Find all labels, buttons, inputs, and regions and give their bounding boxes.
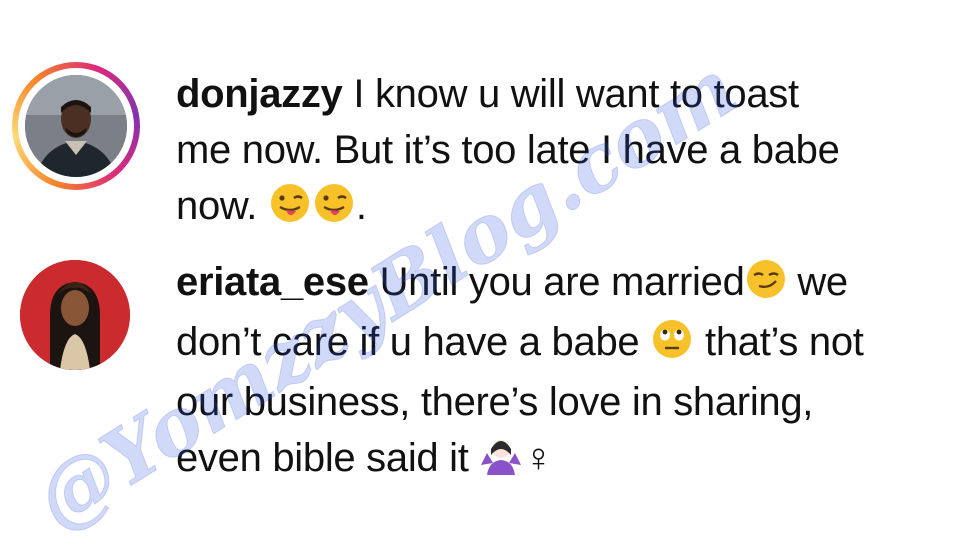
avatar-donjazzy[interactable] bbox=[25, 75, 127, 177]
comment-line: now. bbox=[176, 184, 258, 228]
trailing-punct: . bbox=[355, 184, 367, 228]
winking-face-with-tongue-icon bbox=[268, 182, 312, 238]
username[interactable]: eriata_ese bbox=[176, 260, 369, 304]
comment-eriata-ese: eriata_ese Until you are married we don’… bbox=[0, 258, 960, 480]
comment-text: eriata_ese Until you are married we don’… bbox=[176, 254, 936, 490]
face-with-rolling-eyes-icon bbox=[650, 318, 694, 374]
comment-line: Until you are married bbox=[379, 260, 745, 304]
comment-line: even bible said it bbox=[176, 436, 469, 480]
smirking-face-icon bbox=[745, 258, 787, 314]
female-sign-icon: ♀ bbox=[523, 436, 554, 480]
comment-line: me now. But it’s too late I have a babe bbox=[176, 128, 840, 172]
comment-line: we bbox=[797, 260, 848, 304]
username[interactable]: donjazzy bbox=[176, 72, 343, 116]
comment-text: donjazzy I know u will want to toast me … bbox=[176, 66, 936, 238]
avatar-eriata-ese[interactable] bbox=[20, 260, 130, 370]
comment-line: our business, there’s love in sharing, bbox=[176, 380, 814, 424]
winking-face-with-tongue-icon bbox=[312, 182, 356, 238]
comment-line: I know u will want to toast bbox=[353, 72, 799, 116]
woman-shrugging-icon bbox=[479, 434, 523, 490]
comment-donjazzy: donjazzy I know u will want to toast me … bbox=[0, 62, 960, 228]
comment-line: don’t care if u have a babe bbox=[176, 320, 640, 364]
comment-line: that’s not bbox=[705, 320, 864, 364]
